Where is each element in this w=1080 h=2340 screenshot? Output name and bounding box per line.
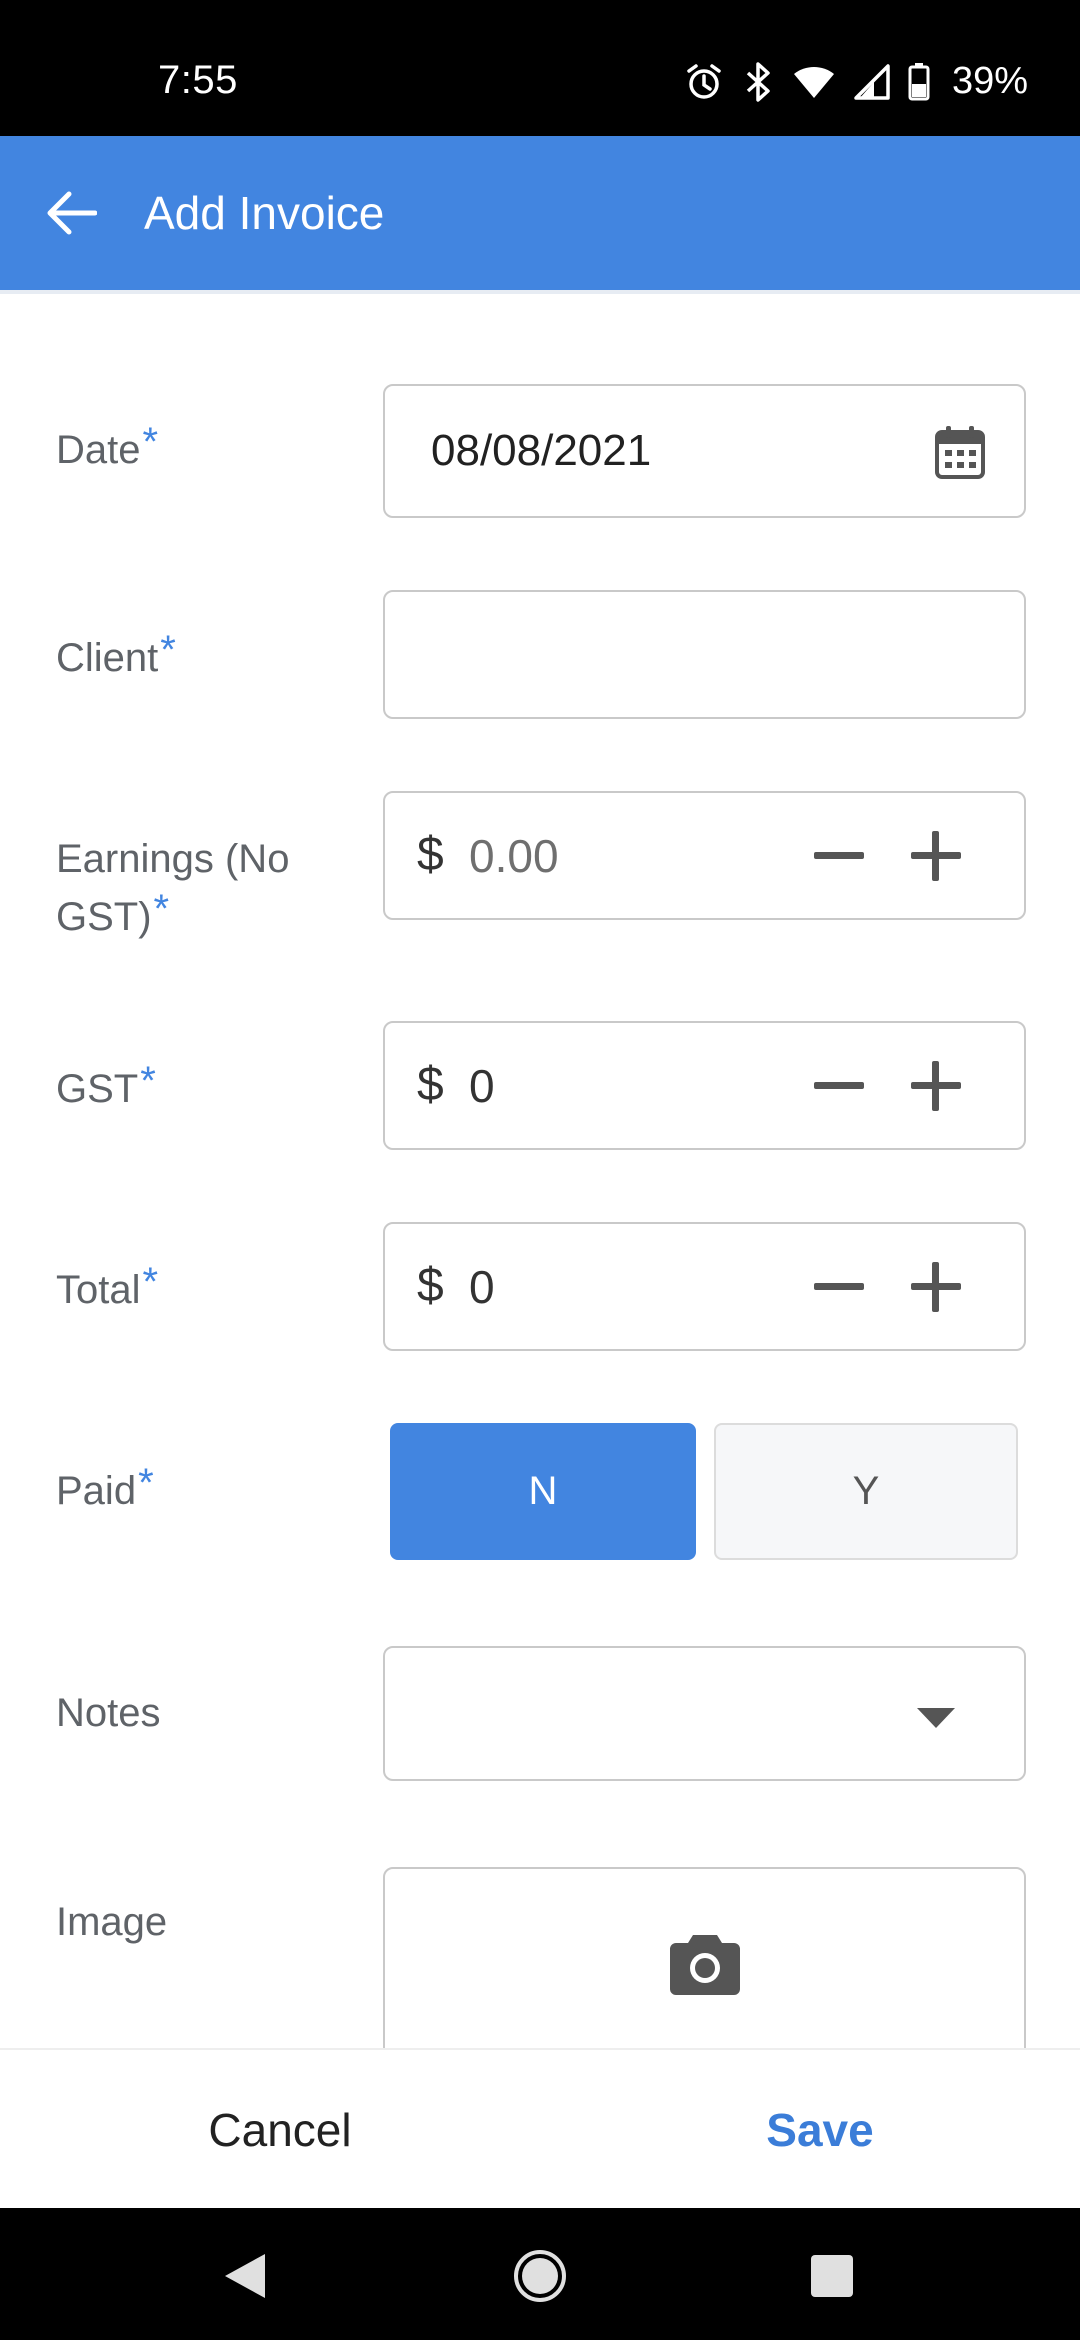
paid-label: Paid* [56,1461,154,1513]
required-mark: * [153,887,170,931]
total-value[interactable]: 0 [469,1260,495,1314]
save-button[interactable]: Save [660,2050,980,2210]
date-value: 08/08/2021 [431,426,652,475]
image-label: Image [56,1900,168,1944]
recents-square-icon [811,2255,853,2297]
currency-symbol: $ [417,1058,444,1111]
required-mark: * [142,420,159,464]
camera-icon[interactable] [669,1933,741,2000]
nav-recents-button[interactable] [792,2236,872,2316]
required-mark: * [160,628,176,672]
arrow-left-icon [47,191,97,235]
bluetooth-icon [742,61,774,103]
status-icons: 39% [684,60,1028,103]
gst-label: GST* [56,1059,156,1111]
minus-icon [814,852,864,859]
nav-back-button[interactable] [204,2236,284,2316]
alarm-icon [684,62,724,102]
paid-option-n[interactable]: N [390,1423,696,1560]
gst-increment-button[interactable] [901,1051,971,1121]
image-picker[interactable] [383,1867,1026,2067]
notes-label: Notes [56,1691,161,1735]
back-button[interactable] [36,178,106,248]
earnings-increment-button[interactable] [901,821,971,891]
system-nav-bar [0,2208,1080,2340]
earnings-decrement-button[interactable] [804,821,874,891]
currency-symbol: $ [417,828,444,881]
status-time: 7:55 [158,58,238,102]
required-mark: * [140,1059,156,1103]
date-field[interactable]: 08/08/2021 [383,384,1026,518]
signal-icon [854,63,890,100]
page-title: Add Invoice [144,187,385,239]
required-mark: * [138,1461,154,1505]
notes-dropdown[interactable] [383,1646,1026,1781]
back-triangle-icon [225,2254,265,2298]
battery-percent: 39% [951,60,1028,102]
currency-symbol: $ [417,1259,444,1312]
earnings-label: Earnings (No GST)* [56,837,290,939]
home-circle-icon [514,2250,566,2302]
gst-value[interactable]: 0 [469,1059,495,1113]
dropdown-arrow-icon [917,1708,955,1733]
app-bar-divider [0,290,1080,294]
cancel-button[interactable]: Cancel [120,2050,440,2210]
total-field[interactable]: $ 0 [383,1222,1026,1351]
nav-home-button[interactable] [500,2236,580,2316]
wifi-icon [792,64,836,100]
required-mark: * [142,1260,159,1304]
battery-icon [908,62,930,101]
plus-icon [911,1262,961,1312]
date-label: Date* [56,420,159,472]
minus-icon [814,1283,864,1290]
gst-field[interactable]: $ 0 [383,1021,1026,1150]
action-bar: Cancel Save [0,2048,1080,2208]
total-label: Total* [56,1260,159,1312]
plus-icon [911,831,961,881]
client-field[interactable] [383,590,1026,719]
app-bar: Add Invoice [0,136,1080,290]
paid-option-y[interactable]: Y [714,1423,1018,1560]
total-decrement-button[interactable] [804,1252,874,1322]
gst-decrement-button[interactable] [804,1051,874,1121]
client-label: Client* [56,628,176,680]
earnings-field[interactable]: $ 0.00 [383,791,1026,920]
total-increment-button[interactable] [901,1252,971,1322]
earnings-value[interactable]: 0.00 [469,829,559,883]
status-bar: 7:55 39% [0,0,1080,136]
calendar-icon[interactable] [934,424,986,485]
plus-icon [911,1061,961,1111]
minus-icon [814,1082,864,1089]
